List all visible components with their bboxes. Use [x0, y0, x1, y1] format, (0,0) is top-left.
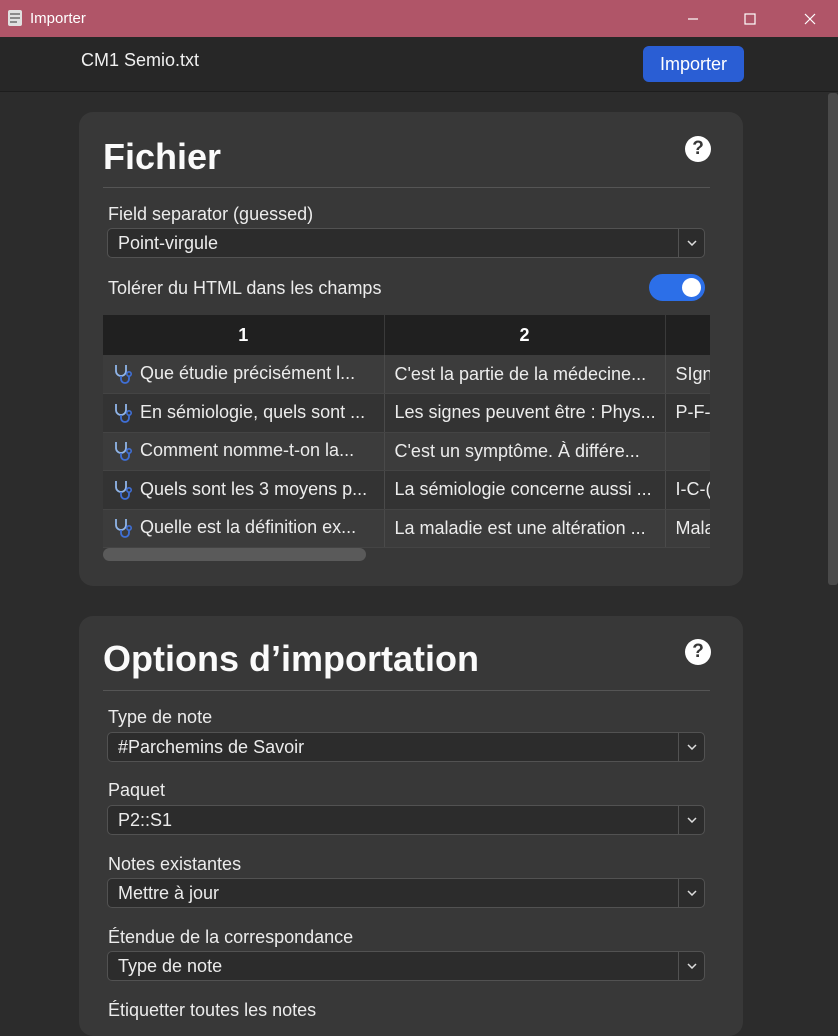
column-header[interactable]: 1 — [103, 315, 385, 355]
chevron-down-icon — [678, 879, 704, 907]
import-button[interactable]: Importer — [643, 46, 744, 82]
file-section-title: Fichier — [103, 136, 222, 177]
table-cell: En sémiologie, quels sont ... — [103, 393, 385, 433]
cell-text: En sémiologie, quels sont ... — [140, 401, 366, 422]
separator-value: Point-virgule — [118, 233, 219, 253]
import-options-card: Options d’importation ? Type de note #Pa… — [79, 616, 743, 1036]
cell-text: Quels sont les 3 moyens p... — [140, 478, 368, 499]
table-row[interactable]: Que étudie précisément l... C'est la part… — [103, 355, 710, 394]
separator-select[interactable]: Point-virgule — [107, 228, 705, 258]
table-horizontal-scrollbar[interactable] — [103, 548, 366, 561]
cell-text: Que étudie précisément l... — [140, 362, 356, 383]
match-scope-value: Type de note — [118, 956, 223, 976]
minimize-button[interactable] — [665, 0, 721, 37]
table-cell: C'est la partie de la médecine... — [384, 355, 666, 394]
table-cell: Quels sont les 3 moyens p... — [103, 470, 385, 510]
chevron-down-icon — [678, 952, 704, 980]
tag-all-label: Étiquetter toutes les notes — [108, 1000, 317, 1020]
cell-text: C'est la partie de la médecine... — [394, 363, 647, 384]
deck-value: P2::S1 — [118, 810, 173, 830]
page-scrollbar[interactable] — [828, 93, 838, 585]
help-icon[interactable]: ? — [685, 639, 711, 665]
table-cell: I-C-( — [665, 470, 711, 510]
anki-app-icon — [8, 10, 22, 26]
chevron-down-icon — [678, 229, 704, 257]
table-cell: Que étudie précisément l... — [103, 355, 385, 394]
maximize-icon — [744, 12, 756, 25]
window-title: Importer — [30, 10, 86, 27]
table-cell: P-F- — [665, 393, 711, 433]
table-cell: Les signes peuvent être : Phys... — [384, 393, 666, 433]
close-icon — [804, 13, 816, 24]
cell-text: Quelle est la définition ex... — [140, 517, 357, 538]
minimize-icon — [688, 17, 698, 20]
cell-text: I-C-( — [675, 479, 711, 500]
chevron-down-icon — [678, 733, 704, 761]
cell-text: Mala — [675, 517, 711, 538]
file-card: Fichier ? Field separator (guessed) Poin… — [79, 112, 743, 586]
note-type-select[interactable]: #Parchemins de Savoir — [107, 732, 705, 762]
existing-notes-label: Notes existantes — [108, 854, 242, 874]
stethoscope-icon — [115, 519, 133, 539]
cell-text: Les signes peuvent être : Phys... — [394, 402, 656, 423]
cell-text: Comment nomme-t-on la... — [140, 440, 355, 461]
cell-text: C'est un symptôme. À différe... — [394, 440, 640, 461]
column-header[interactable]: 2 — [384, 315, 666, 355]
cell-text: SIgn — [675, 363, 711, 384]
table-cell: Quelle est la définition ex... — [103, 509, 385, 548]
stethoscope-icon — [115, 480, 133, 500]
divider — [103, 187, 710, 188]
existing-notes-select[interactable]: Mettre à jour — [107, 878, 705, 908]
cell-text: P-F- — [675, 402, 711, 423]
toggle-knob — [682, 278, 701, 297]
deck-label: Paquet — [108, 780, 166, 800]
close-button[interactable] — [782, 0, 838, 37]
table-cell — [665, 432, 710, 471]
existing-notes-value: Mettre à jour — [118, 883, 220, 903]
maximize-button[interactable] — [722, 0, 778, 37]
cell-text: La maladie est une altération ... — [394, 517, 646, 538]
note-type-label: Type de note — [108, 707, 213, 727]
cell-text: La sémiologie concerne aussi ... — [394, 479, 652, 500]
table-row[interactable]: Quelle est la définition ex... La maladie… — [103, 509, 710, 548]
help-icon[interactable]: ? — [685, 136, 711, 162]
import-header: CM1 Semio.txt Importer — [0, 37, 838, 92]
table-cell: C'est un symptôme. À différe... — [384, 432, 666, 471]
note-type-value: #Parchemins de Savoir — [118, 737, 305, 757]
table-cell: Comment nomme-t-on la... — [103, 432, 385, 471]
table-cell: La maladie est une altération ... — [384, 509, 666, 548]
table-cell: SIgn — [665, 355, 710, 394]
table-cell: La sémiologie concerne aussi ... — [384, 470, 666, 510]
options-section-title: Options d’importation — [103, 638, 479, 679]
deck-select[interactable]: P2::S1 — [107, 805, 705, 835]
divider — [103, 690, 710, 691]
table-cell: Mala — [665, 509, 710, 548]
chevron-down-icon — [678, 806, 704, 834]
table-row[interactable]: Comment nomme-t-on la... C'est un symptôm… — [103, 432, 710, 471]
file-name: CM1 Semio.txt — [81, 50, 200, 70]
separator-label: Field separator (guessed) — [108, 204, 314, 224]
stethoscope-icon — [115, 442, 133, 462]
title-bar: Importer — [0, 0, 838, 37]
match-scope-label: Étendue de la correspondance — [108, 927, 354, 947]
table-row[interactable]: En sémiologie, quels sont ... Les signes … — [103, 393, 711, 433]
column-header[interactable] — [665, 315, 710, 355]
html-toggle[interactable] — [649, 274, 705, 301]
match-scope-select[interactable]: Type de note — [107, 951, 705, 981]
preview-table: 1 2 Que étudie précisément l... C'est la … — [103, 315, 710, 562]
html-toggle-label: Tolérer du HTML dans les champs — [108, 278, 382, 298]
stethoscope-icon — [115, 403, 133, 423]
table-row[interactable]: Quels sont les 3 moyens p... La sémiologi… — [103, 470, 711, 510]
stethoscope-icon — [115, 365, 133, 385]
